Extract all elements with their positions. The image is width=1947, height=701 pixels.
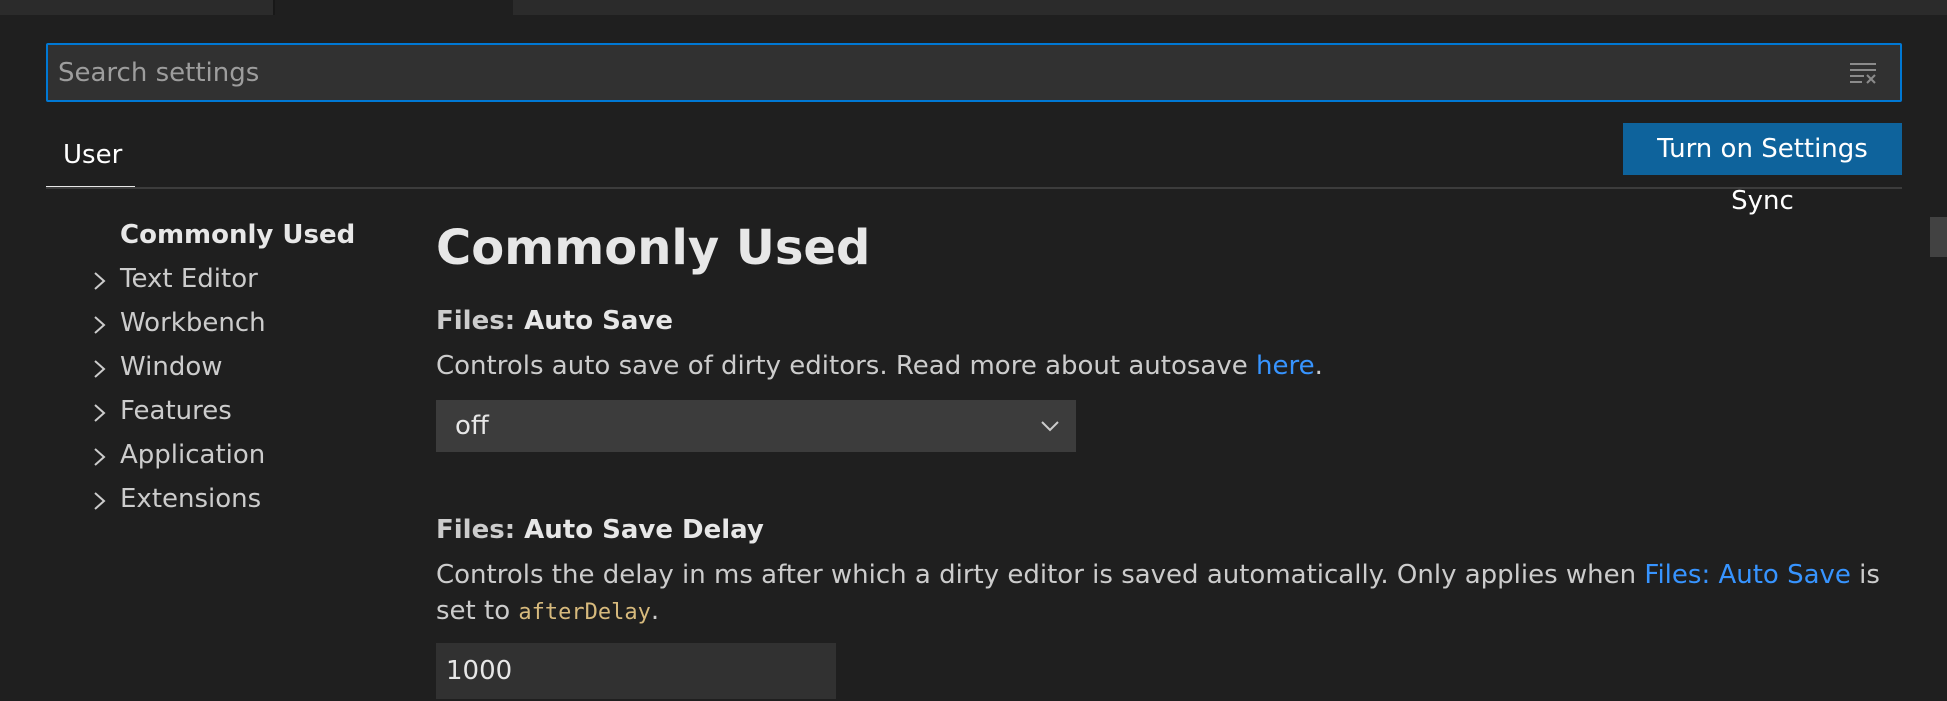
editor-tab-active[interactable] [275,0,513,15]
toc-item-window[interactable]: Window [92,352,392,392]
toc-item-label: Application [120,440,266,470]
section-title: Commonly Used [436,220,871,276]
toc-item-workbench[interactable]: Workbench [92,308,392,348]
toc-item-text-editor[interactable]: Text Editor [92,264,392,304]
desc-text: . [1314,351,1323,381]
setting-name: Auto Save [524,306,673,336]
desc-text: Controls the delay in ms after which a d… [436,560,1645,590]
toc-item-application[interactable]: Application [92,440,392,480]
toc-item-label: Text Editor [120,264,258,294]
dropdown-value: off [455,411,489,441]
chevron-right-icon [94,316,106,334]
chevron-right-icon [94,360,106,378]
scrollbar-thumb[interactable] [1930,217,1947,257]
clear-filter-icon[interactable] [1848,59,1878,85]
toc-item-extensions[interactable]: Extensions [92,484,392,524]
toc-item-commonly-used[interactable]: Commonly Used [92,220,392,260]
auto-save-setting-link[interactable]: Files: Auto Save [1644,560,1851,590]
setting-category: Files: [436,306,525,336]
setting-description-auto-save-delay: Controls the delay in ms after which a d… [436,557,1886,631]
chevron-right-icon [94,272,106,290]
toc-item-features[interactable]: Features [92,396,392,436]
chevron-right-icon [94,448,106,466]
desc-text: . [650,596,660,626]
toc-item-label: Commonly Used [120,220,356,250]
setting-description-auto-save: Controls auto save of dirty editors. Rea… [436,348,1886,384]
tabs-divider [46,187,1902,189]
tab-user-label: User [63,140,123,170]
setting-title-auto-save-delay: Files: Auto Save Delay [436,515,764,545]
autosave-docs-link[interactable]: here [1256,351,1315,381]
setting-category: Files: [436,515,525,545]
toc-item-label: Workbench [120,308,266,338]
editor-tab-bar-empty [513,0,1947,15]
auto-save-dropdown[interactable]: off [436,400,1076,452]
chevron-down-icon [1041,421,1059,432]
chevron-right-icon [94,492,106,510]
editor-tab-strip [0,0,1947,15]
toc-item-label: Features [120,396,232,426]
editor-tab[interactable] [0,0,273,15]
chevron-right-icon [94,404,106,422]
setting-name: Auto Save Delay [524,515,764,545]
toc-item-label: Extensions [120,484,262,514]
auto-save-delay-input[interactable] [436,643,836,699]
desc-text: Controls auto save of dirty editors. Rea… [436,351,1257,381]
toc-item-label: Window [120,352,223,382]
search-settings-box [46,43,1902,102]
code-value: afterDelay [518,600,651,625]
turn-on-settings-sync-button[interactable]: Turn on Settings Sync [1623,123,1902,216]
search-settings-input[interactable] [58,45,1818,100]
tab-user[interactable]: User [46,130,135,188]
setting-title-auto-save: Files: Auto Save [436,306,673,336]
